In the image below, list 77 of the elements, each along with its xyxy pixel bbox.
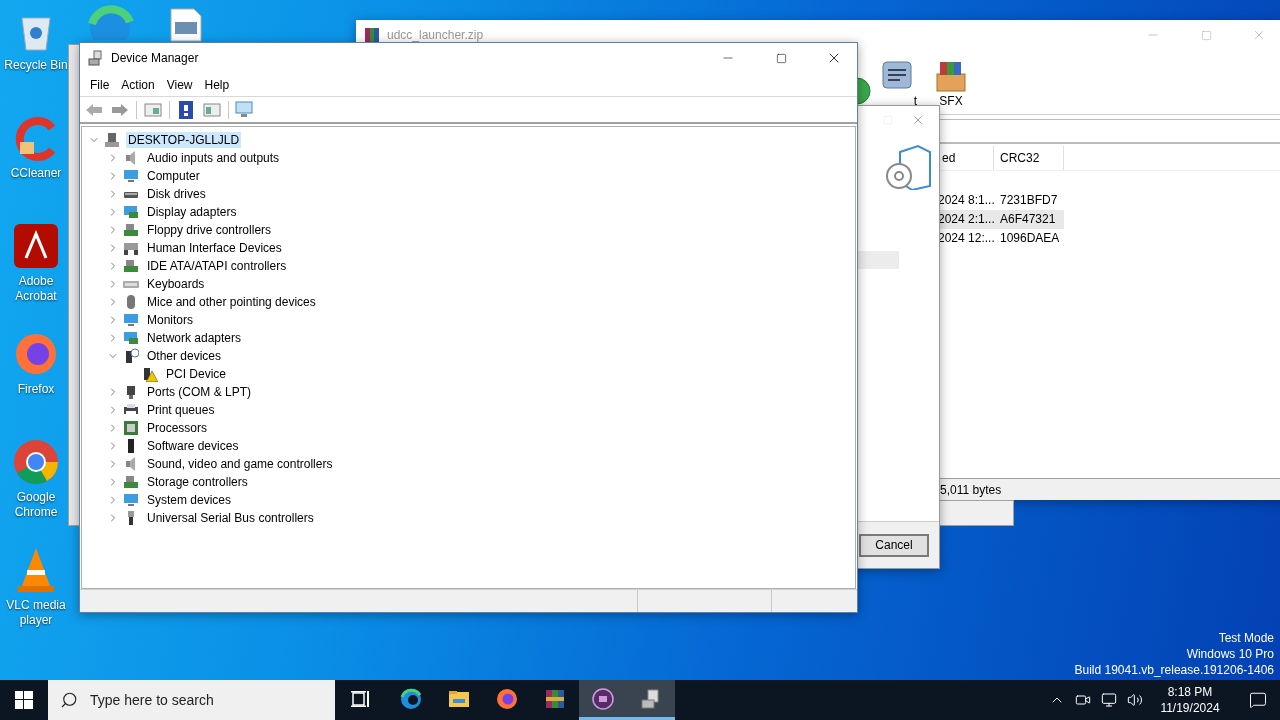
tree-item[interactable]: Audio inputs and outputs — [145, 150, 282, 166]
device-icon — [123, 474, 139, 490]
media-app-icon — [591, 686, 615, 711]
table-row[interactable]: 2024 8:1... 7231BFD7 — [936, 191, 1064, 210]
device-icon — [142, 366, 158, 382]
system-info-text: Windows 10 Pro — [1186, 646, 1274, 662]
device-icon — [123, 168, 139, 184]
scan-monitor-icon[interactable] — [235, 99, 255, 120]
tree-item[interactable]: Floppy drive controllers — [145, 222, 274, 238]
tree-item[interactable]: DESKTOP-JGLLJLD — [126, 132, 242, 148]
window-title: udcc_launcher.zip — [387, 28, 485, 42]
tree-item[interactable]: Human Interface Devices — [145, 240, 284, 256]
tree-item[interactable]: System devices — [145, 492, 234, 508]
cancel-button[interactable]: Cancel — [859, 533, 929, 557]
toolbar-button[interactable]: SFX — [931, 60, 971, 108]
table-cell-text: 2024 8:1... — [937, 192, 996, 209]
taskbar-app-button[interactable] — [627, 680, 675, 720]
device-icon — [123, 258, 139, 274]
tree-item[interactable]: Universal Serial Bus controllers — [145, 510, 316, 526]
device-icon — [123, 420, 139, 436]
device-icon — [123, 312, 139, 328]
tree-item[interactable]: Display adapters — [145, 204, 239, 220]
table-cell-text: 2024 2:1... — [937, 211, 996, 228]
system-info-text: Test Mode — [1218, 630, 1274, 646]
window-title: Device Manager — [111, 51, 200, 65]
tree-item[interactable]: Network adapters — [145, 330, 244, 346]
tree-item[interactable]: IDE ATA/ATAPI controllers — [145, 258, 289, 274]
tree-item[interactable]: Mice and other pointing devices — [145, 294, 318, 310]
image-file-icon[interactable] — [170, 8, 202, 42]
tree-item[interactable]: Ports (COM & LPT) — [145, 384, 253, 400]
tree-item[interactable]: Computer — [145, 168, 202, 184]
menu-item[interactable]: Help — [198, 74, 236, 95]
table-cell-text: 2024 12:... — [937, 230, 996, 247]
menu-item[interactable]: File — [84, 74, 116, 95]
chrome-icon[interactable] — [12, 438, 60, 486]
tree-item[interactable]: Processors — [145, 420, 210, 436]
task-view-icon[interactable] — [351, 689, 371, 708]
search-field[interactable]: Type here to search — [48, 680, 335, 720]
device-icon — [123, 204, 139, 220]
clock[interactable]: 8:18 PM 11/19/2024 — [1152, 684, 1228, 716]
device-icon — [123, 330, 139, 346]
table-cell-text: 7231BFD7 — [999, 192, 1059, 209]
table-row[interactable]: 2024 12:... 1096DAEA — [936, 229, 1064, 248]
help-icon[interactable] — [176, 99, 196, 120]
device-icon — [123, 492, 139, 508]
device-icon — [123, 240, 139, 256]
tree-item[interactable]: Sound, video and game controllers — [145, 456, 335, 472]
device-icon — [123, 222, 139, 238]
taskbar-app-button[interactable] — [579, 680, 627, 720]
system-info-text: Build 19041.vb_release.191206-1406 — [1074, 662, 1274, 678]
box-disc-icon — [884, 142, 932, 190]
search-icon — [60, 691, 78, 709]
windows-logo-icon[interactable] — [15, 691, 33, 709]
device-icon — [104, 132, 120, 148]
status-text: 5,011 bytes — [940, 482, 1002, 497]
menu-item[interactable]: Action — [115, 74, 161, 95]
column-header[interactable]: CRC32 — [994, 146, 1064, 170]
tree-item[interactable]: Storage controllers — [145, 474, 250, 490]
device-manager-icon — [88, 50, 104, 66]
table-cell-text: 1096DAEA — [999, 230, 1061, 247]
device-icon — [123, 348, 139, 364]
tree-item[interactable]: Software devices — [145, 438, 241, 454]
firefox-icon — [495, 686, 519, 711]
archive-app-icon — [364, 27, 380, 43]
tree-item[interactable]: Disk drives — [145, 186, 208, 202]
acrobat-icon[interactable] — [12, 222, 60, 270]
table-cell-text: A6F47321 — [999, 211, 1057, 228]
tree-item[interactable]: Keyboards — [145, 276, 207, 292]
tree-item[interactable]: Other devices — [145, 348, 224, 364]
menu-item[interactable]: View — [160, 74, 199, 95]
notes-icon — [881, 60, 913, 92]
tree-item[interactable]: Monitors — [145, 312, 195, 328]
toolbar-button[interactable]: t — [877, 60, 917, 108]
tree-item[interactable]: PCI Device — [164, 366, 229, 382]
tree-item[interactable]: Print queues — [145, 402, 217, 418]
maximize-icon[interactable] — [775, 52, 787, 64]
edge-icon — [399, 686, 423, 711]
